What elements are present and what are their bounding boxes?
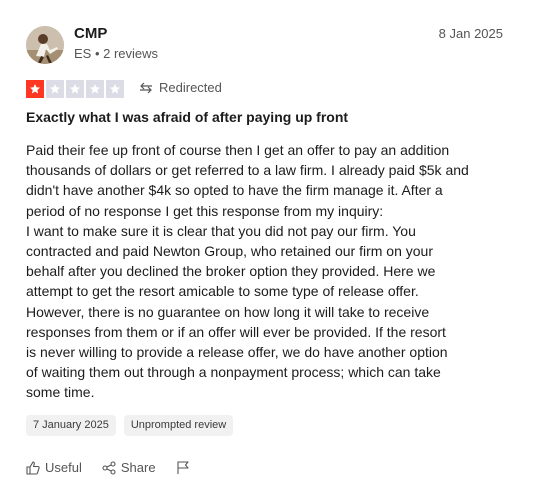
star-empty-icon: [106, 80, 124, 98]
reviewer-name[interactable]: CMP: [74, 25, 107, 42]
reviewer-country: ES: [74, 46, 92, 61]
reviewer-avatar[interactable]: [26, 26, 64, 64]
redirected-label: Redirected: [159, 80, 222, 95]
review-card: CMP ES • 2 reviews 8 Jan 2025 Redirected…: [0, 0, 549, 491]
avatar-photo: [26, 26, 64, 64]
star-filled-icon: [26, 80, 44, 98]
star-empty-icon: [46, 80, 64, 98]
meta-separator: •: [91, 46, 104, 61]
review-actions: Useful Share: [26, 460, 210, 475]
review-body: Paid their fee up front of course then I…: [26, 142, 469, 401]
report-button[interactable]: [176, 460, 190, 475]
unprompted-review-tag[interactable]: Unprompted review: [123, 415, 234, 436]
review-date: 8 Jan 2025: [438, 26, 503, 41]
flag-icon: [177, 461, 189, 474]
star-empty-icon: [66, 80, 84, 98]
redirect-arrow-icon: [140, 82, 152, 93]
useful-button[interactable]: Useful: [26, 460, 82, 475]
star-empty-icon: [86, 80, 104, 98]
redirected-badge[interactable]: Redirected: [139, 80, 222, 95]
review-tags: 7 January 2025 Unprompted review: [26, 415, 234, 436]
useful-label: Useful: [45, 460, 82, 475]
reviewer-review-count: 2 reviews: [103, 46, 159, 61]
share-label: Share: [120, 460, 156, 475]
review-title[interactable]: Exactly what I was afraid of after payin…: [26, 109, 348, 125]
reviewer-meta: ES • 2 reviews: [74, 46, 158, 61]
thumbs-up-icon: [26, 460, 40, 475]
star-rating: [26, 80, 124, 98]
experience-date-tag: 7 January 2025: [26, 415, 116, 436]
share-icon: [102, 460, 116, 475]
share-button[interactable]: Share: [102, 460, 156, 475]
